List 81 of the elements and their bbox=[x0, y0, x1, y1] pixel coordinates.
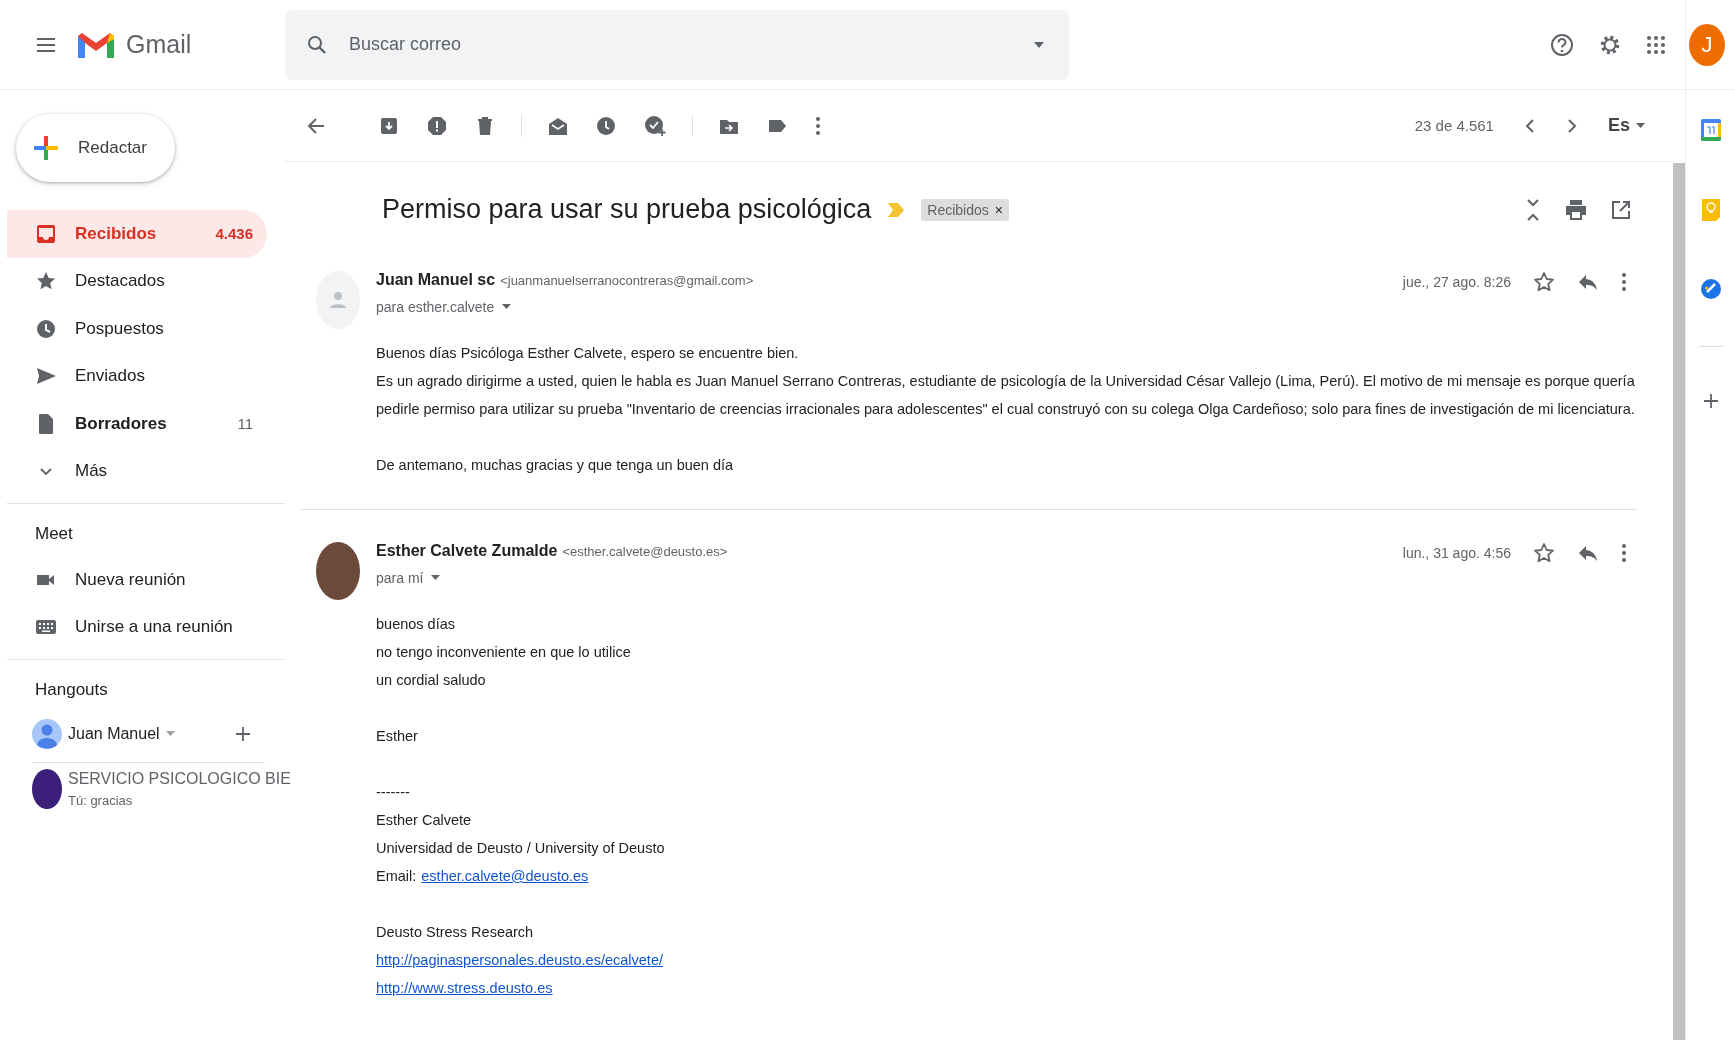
sender-email: <esther.calvete@deusto.es> bbox=[562, 544, 728, 559]
plus-icon bbox=[32, 134, 60, 162]
sidebar-item[interactable]: Pospuestos bbox=[7, 305, 267, 353]
photo-placeholder bbox=[316, 542, 360, 600]
conversation-preview: Tú: gracias bbox=[68, 793, 134, 808]
more-vertical-icon[interactable] bbox=[1621, 543, 1627, 563]
calendar-icon[interactable] bbox=[1699, 118, 1722, 142]
hangouts-user-name[interactable]: Juan Manuel bbox=[68, 725, 160, 743]
message-text: ------- bbox=[376, 783, 410, 802]
message-text: Esther bbox=[376, 727, 418, 746]
more-vertical-icon[interactable] bbox=[815, 115, 821, 136]
sender-name: Esther Calvete Zumalde bbox=[376, 542, 558, 560]
chevron-left-icon[interactable] bbox=[1523, 117, 1536, 134]
sidebar-item[interactable]: Nueva reunión bbox=[7, 556, 267, 604]
importance-marker-icon[interactable] bbox=[887, 201, 906, 218]
message-text: Es un agrado dirigirme a usted, quien le habla es Juan Manuel Serrano Contreras, estudiante de psicología de la Universidad César Vallejo (Lima, Perú). El motivo de mi mensaje es porque quería pedirle permiso para utilizar su prueba "Inventario de creencias irracionales para adolescentes" el cual construyó con su colega Olga Cardeñoso; solo para fines de investigación de mi licenciatura. bbox=[376, 372, 1636, 419]
compose-button[interactable]: Redactar bbox=[16, 114, 175, 182]
help-icon[interactable] bbox=[1549, 31, 1575, 58]
search-bar[interactable]: Buscar correo bbox=[285, 9, 1069, 80]
sidebar-item[interactable]: Enviados bbox=[7, 352, 267, 400]
recipient-text: para mí bbox=[376, 570, 424, 586]
section-heading: Hangouts bbox=[34, 679, 109, 701]
message-counter: 23 de 4.561 bbox=[1414, 117, 1494, 134]
star-icon[interactable] bbox=[1533, 271, 1555, 293]
message-text: no tengo inconveniente en que lo utilice bbox=[376, 643, 631, 662]
add-icon[interactable] bbox=[1702, 393, 1719, 409]
clock-icon[interactable] bbox=[596, 115, 616, 136]
star-icon[interactable] bbox=[1533, 542, 1555, 564]
sidebar-item[interactable]: Destacados bbox=[7, 257, 267, 305]
conversation-name[interactable]: SERVICIO PSICOLOGICO BIE bbox=[68, 770, 291, 788]
more-vertical-icon[interactable] bbox=[1621, 272, 1627, 292]
spam-icon[interactable] bbox=[427, 115, 447, 136]
gmail-logo-text: Gmail bbox=[126, 30, 192, 59]
caret-icon[interactable] bbox=[165, 731, 175, 737]
sidebar-item[interactable]: Borradores 11 bbox=[7, 400, 267, 448]
message-text: Esther Calvete bbox=[376, 811, 472, 830]
link[interactable]: esther.calvete@deusto.es bbox=[421, 862, 589, 890]
add-task-icon[interactable] bbox=[644, 114, 666, 137]
chevron-right-icon[interactable] bbox=[1565, 117, 1578, 134]
caret-icon[interactable] bbox=[502, 304, 512, 310]
photo-placeholder bbox=[32, 769, 62, 809]
message-date: jue., 27 ago. 8:26 bbox=[1402, 274, 1511, 290]
inbox-icon bbox=[35, 222, 57, 245]
collapse-all-icon[interactable] bbox=[1525, 196, 1541, 223]
link[interactable]: http://paginaspersonales.deusto.es/ecalvete/ bbox=[376, 946, 663, 974]
message-text: Email: bbox=[376, 867, 417, 886]
print-icon[interactable] bbox=[1565, 198, 1587, 221]
input-tools-button[interactable]: Es bbox=[1607, 115, 1630, 136]
label-name: Recibidos bbox=[927, 201, 989, 218]
checkmark-circle-icon[interactable] bbox=[1699, 278, 1722, 300]
link[interactable]: http://www.stress.deusto.es bbox=[376, 974, 553, 1002]
person-silhouette-icon bbox=[328, 290, 348, 310]
email-subject: Permiso para usar su prueba psicológica bbox=[382, 194, 872, 225]
caret-icon[interactable] bbox=[1636, 122, 1645, 129]
message-date: lun., 31 ago. 4:56 bbox=[1402, 545, 1511, 561]
message-text: buenos días bbox=[376, 615, 455, 634]
message-text: De antemano, muchas gracias y que tenga un buen día bbox=[376, 456, 734, 475]
search-field[interactable]: Buscar correo bbox=[347, 33, 1015, 56]
user-avatar-icon bbox=[32, 719, 62, 749]
sidebar-item[interactable]: Recibidos 4.436 bbox=[7, 210, 267, 258]
message-text: un cordial saludo bbox=[376, 671, 486, 690]
message-text: Deusto Stress Research bbox=[376, 923, 534, 942]
envelope-icon[interactable] bbox=[548, 115, 568, 136]
delete-icon[interactable] bbox=[475, 115, 495, 136]
scrollbar-thumb[interactable] bbox=[1673, 163, 1685, 1040]
open-in-new-window-icon[interactable] bbox=[1611, 199, 1631, 220]
add-icon[interactable] bbox=[235, 726, 251, 742]
message-text: Universidad de Deusto / University of Deusto bbox=[376, 839, 665, 858]
caret-icon[interactable] bbox=[1033, 40, 1045, 49]
message-text: Buenos días Psicóloga Esther Calvete, espero se encuentre bien. bbox=[376, 344, 799, 363]
sidebar-item[interactable]: Más bbox=[7, 447, 267, 495]
section-heading: Meet bbox=[34, 523, 74, 545]
archive-icon[interactable] bbox=[379, 115, 399, 136]
sidebar-item[interactable]: Unirse a una reunión bbox=[7, 603, 267, 651]
sender-name: Juan Manuel sc bbox=[376, 271, 496, 289]
sender-email: <juanmanuelserranocontreras@gmail.com> bbox=[500, 273, 754, 288]
remove-label-button[interactable]: × bbox=[994, 201, 1003, 218]
recipient-text: para esther.calvete bbox=[376, 299, 495, 315]
clock-icon bbox=[35, 317, 57, 340]
apps-grid-icon[interactable] bbox=[1645, 33, 1667, 56]
caret-icon[interactable] bbox=[431, 575, 441, 581]
